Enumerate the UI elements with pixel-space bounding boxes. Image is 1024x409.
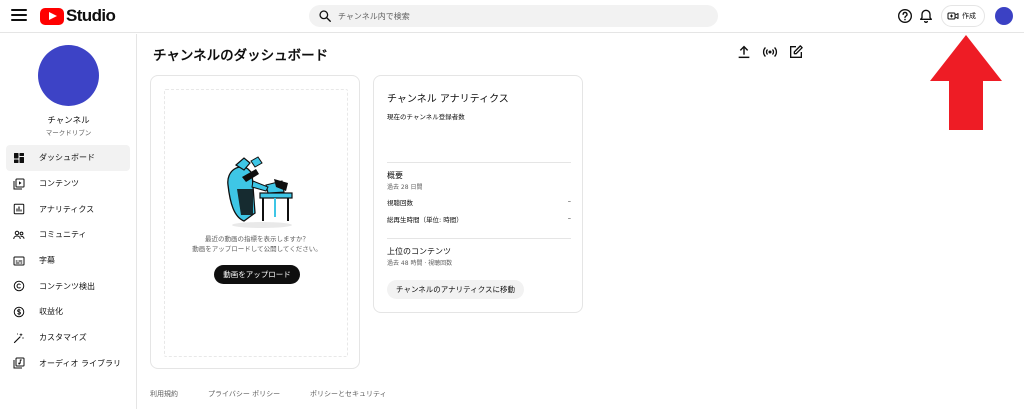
sidebar-item-label: オーディオ ライブラリ xyxy=(39,358,121,368)
subscribers-label: 現在のチャンネル登録者数 xyxy=(387,113,465,121)
search-input[interactable] xyxy=(338,8,698,24)
copyright-icon xyxy=(13,281,25,292)
top-content-period: 過去 48 時間 · 視聴回数 xyxy=(387,260,453,267)
sidebar-item-label: カスタマイズ xyxy=(39,333,87,343)
analytics-title: チャンネル アナリティクス xyxy=(387,94,509,105)
customize-icon xyxy=(13,332,24,343)
account-avatar[interactable] xyxy=(995,7,1013,25)
upload-card: 最近の動画の指標を表示しますか？ 動画をアップロードして公開してください。 動画… xyxy=(150,75,360,369)
content-icon xyxy=(13,178,25,190)
channel-handle: マークドリブン xyxy=(45,129,92,137)
upload-icon[interactable] xyxy=(736,44,752,60)
sidebar-item-content-detection[interactable]: コンテンツ検出 xyxy=(6,273,130,299)
views-value: – xyxy=(567,197,571,205)
views-label: 視聴回数 xyxy=(387,199,413,207)
watch-time-value: – xyxy=(567,214,571,222)
top-content-title: 上位のコンテンツ xyxy=(387,247,451,256)
notifications-bell-icon[interactable] xyxy=(918,8,934,24)
create-post-icon[interactable] xyxy=(788,44,804,60)
sidebar-item-analytics[interactable]: アナリティクス xyxy=(6,196,130,222)
sidebar-item-community[interactable]: コミュニティ xyxy=(6,222,130,248)
sidebar-item-label: コミュニティ xyxy=(39,230,87,240)
views-metric: 視聴回数 – xyxy=(387,197,571,207)
upload-drop-zone[interactable]: 最近の動画の指標を表示しますか？ 動画をアップロードして公開してください。 動画… xyxy=(164,89,348,357)
channel-avatar[interactable] xyxy=(38,45,99,106)
go-to-analytics-button[interactable]: チャンネルのアナリティクスに移動 xyxy=(387,280,524,299)
audio-library-icon xyxy=(13,357,25,369)
sidebar-item-dashboard[interactable]: ダッシュボード xyxy=(6,145,130,171)
sidebar: チャンネル マークドリブン ダッシュボード コンテンツ アナリティクス コミュニ… xyxy=(0,34,137,409)
studio-logo[interactable]: Studio xyxy=(40,6,116,26)
watch-time-metric: 総再生時間（単位: 時間） – xyxy=(387,214,571,224)
policy-safety-link[interactable]: ポリシーとセキュリティ xyxy=(310,389,387,399)
sidebar-item-audio-library[interactable]: オーディオ ライブラリ xyxy=(6,351,130,377)
sidebar-item-label: コンテンツ xyxy=(39,179,79,189)
sidebar-item-customize[interactable]: カスタマイズ xyxy=(6,325,130,351)
sidebar-item-label: 字幕 xyxy=(39,256,55,266)
channel-analytics-card: チャンネル アナリティクス 現在のチャンネル登録者数 概要 過去 28 日間 視… xyxy=(373,75,583,313)
sidebar-item-label: コンテンツ検出 xyxy=(39,281,95,291)
privacy-policy-link[interactable]: プライバシー ポリシー xyxy=(208,389,280,399)
monetization-icon xyxy=(13,306,25,318)
go-live-icon[interactable] xyxy=(762,44,778,60)
subtitles-icon xyxy=(13,256,25,266)
divider xyxy=(387,238,571,239)
sidebar-item-label: 収益化 xyxy=(39,307,63,317)
annotation-arrow-icon xyxy=(930,35,1002,130)
search-bar[interactable] xyxy=(309,5,718,27)
upload-video-button[interactable]: 動画をアップロード xyxy=(214,265,300,284)
video-camera-add-icon xyxy=(947,12,959,20)
logo-text: Studio xyxy=(66,6,116,25)
sidebar-item-content[interactable]: コンテンツ xyxy=(6,171,130,197)
page-title: チャンネルのダッシュボード xyxy=(153,48,329,64)
create-label: 作成 xyxy=(962,12,976,20)
analytics-icon xyxy=(13,203,25,215)
create-button[interactable]: 作成 xyxy=(941,5,985,27)
help-icon[interactable] xyxy=(897,8,913,24)
dashboard-icon xyxy=(14,152,24,163)
sidebar-nav: ダッシュボード コンテンツ アナリティクス コミュニティ 字幕 コンテンツ検出 … xyxy=(6,145,130,376)
sidebar-item-label: アナリティクス xyxy=(39,204,95,214)
sidebar-item-monetization[interactable]: 収益化 xyxy=(6,299,130,325)
sidebar-item-label: ダッシュボード xyxy=(39,153,95,163)
search-icon[interactable] xyxy=(318,9,332,23)
summary-title: 概要 xyxy=(387,171,403,180)
sidebar-item-subtitles[interactable]: 字幕 xyxy=(6,248,130,274)
top-bar: Studio 作成 xyxy=(0,0,1024,33)
upload-prompt-line1: 最近の動画の指標を表示しますか？ xyxy=(205,235,309,243)
menu-icon[interactable] xyxy=(11,9,27,23)
watch-time-label: 総再生時間（単位: 時間） xyxy=(387,216,463,224)
youtube-logo-icon xyxy=(40,7,64,25)
channel-name: チャンネル xyxy=(47,116,90,126)
terms-link[interactable]: 利用規約 xyxy=(150,389,178,399)
upload-illustration xyxy=(227,156,293,228)
upload-prompt-line2: 動画をアップロードして公開してください。 xyxy=(192,245,322,253)
divider xyxy=(387,162,571,163)
summary-period: 過去 28 日間 xyxy=(387,184,423,191)
community-icon xyxy=(13,230,25,239)
